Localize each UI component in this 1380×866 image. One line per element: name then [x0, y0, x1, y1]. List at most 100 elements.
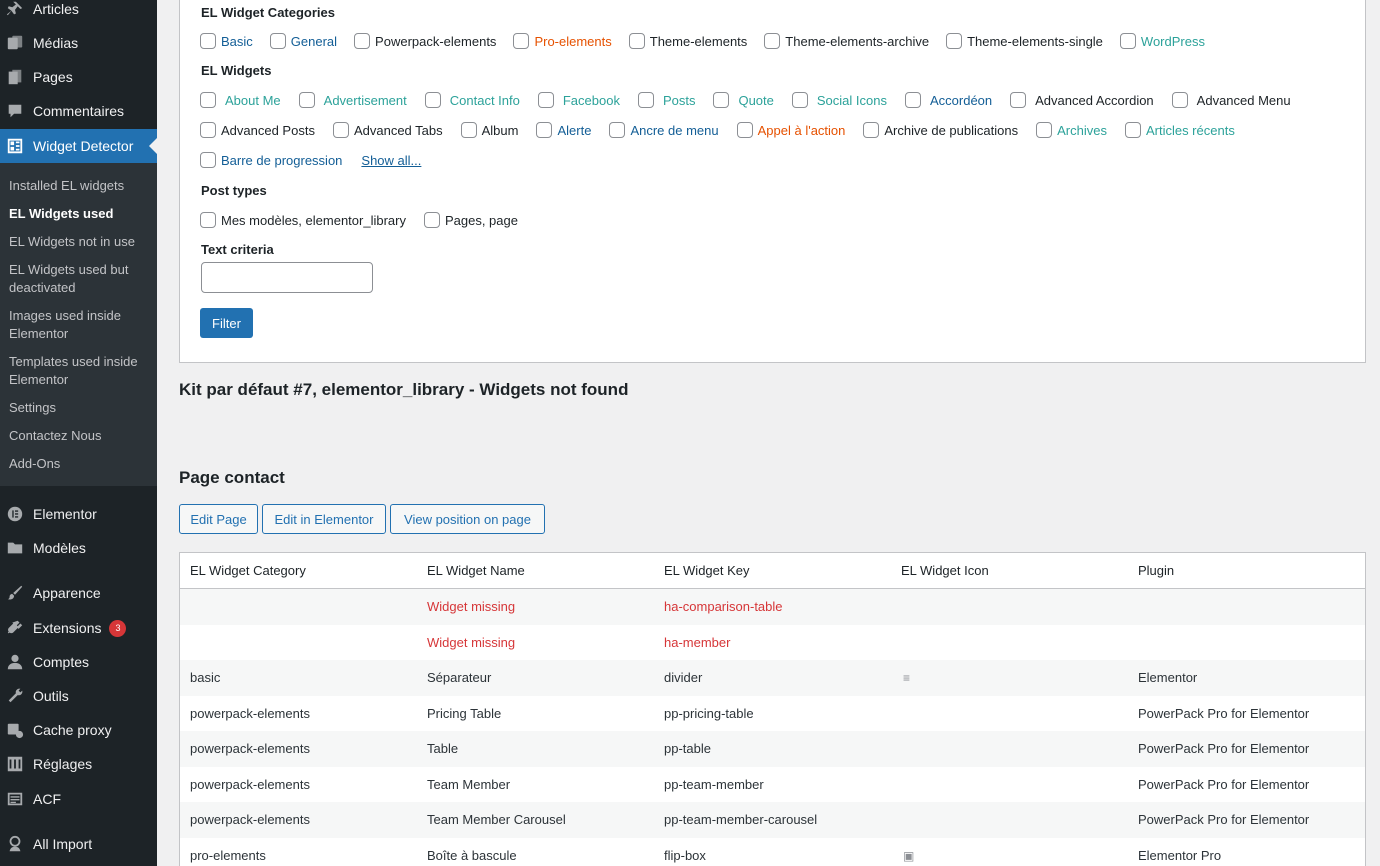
submenu-el-widgets-not-in-use[interactable]: EL Widgets not in use — [0, 228, 157, 256]
menu-item-label: Articles — [33, 1, 79, 17]
row-widget-key: divider — [664, 670, 703, 686]
menu-item-cache-proxy[interactable]: Cache proxy — [0, 713, 157, 747]
row-widget-key: ha-comparison-table — [664, 599, 783, 615]
folder-icon — [5, 538, 25, 558]
widget-checkbox-advanced-accordion[interactable]: Advanced Accordion — [1010, 92, 1154, 108]
widget-checkbox-accordeon[interactable]: Accordéon — [904, 92, 992, 108]
post-type-checkbox-elementor-library[interactable]: Mes modèles, elementor_library — [200, 212, 406, 228]
widget-checkbox-archive-publications[interactable]: Archive de publications — [863, 122, 1018, 138]
widget-checkbox-appel-a-laction[interactable]: Appel à l'action — [736, 122, 845, 138]
widget-checkbox-contact-info[interactable]: Contact Info — [424, 92, 520, 108]
text-criteria-input[interactable] — [201, 262, 373, 293]
admin-sidebar: Articles Médias Pages Commentaires Widge… — [0, 0, 157, 866]
menu-item-commentaires[interactable]: Commentaires — [0, 94, 157, 128]
category-checkbox-theme-elements[interactable]: Theme-elements — [628, 33, 747, 49]
table-row: powerpack-elements Pricing Table pp-pricin… — [180, 695, 1365, 731]
menu-item-label: Modèles — [33, 540, 86, 556]
widget-checkbox-barre-de-progression[interactable]: Barre de progression — [200, 152, 342, 168]
category-checkbox-general[interactable]: General — [269, 33, 337, 49]
menu-item-label: Outils — [33, 688, 69, 704]
widget-checkbox-album[interactable]: Album — [460, 122, 518, 138]
header-name[interactable]: EL Widget Name — [417, 563, 654, 578]
update-count-badge: 3 — [109, 619, 127, 637]
row-widget-key: ha-member — [664, 634, 731, 650]
menu-item-label: Apparence — [33, 585, 101, 601]
menu-item-widget-detector[interactable]: Widget Detector — [0, 129, 157, 163]
widget-checkbox-articles-recents[interactable]: Articles récents — [1124, 122, 1235, 138]
view-position-button[interactable]: View position on page — [390, 504, 545, 534]
menu-item-elementor[interactable]: Elementor — [0, 497, 157, 531]
submenu-templates-used[interactable]: Templates used inside Elementor — [0, 348, 157, 394]
category-checkbox-pro-elements[interactable]: Pro-elements — [513, 33, 612, 49]
menu-item-acf[interactable]: ACF — [0, 782, 157, 816]
menu-item-reglages[interactable]: Réglages — [0, 747, 157, 781]
category-checkbox-wordpress[interactable]: WordPress — [1119, 33, 1205, 49]
submenu-images-used[interactable]: Images used inside Elementor — [0, 302, 157, 348]
row-plugin: Elementor — [1138, 670, 1198, 686]
menu-item-pages[interactable]: Pages — [0, 60, 157, 94]
row-plugin: PowerPack Pro for Elementor — [1138, 812, 1310, 828]
menu-item-all-import[interactable]: All Import — [0, 827, 157, 861]
header-icon[interactable]: EL Widget Icon — [891, 563, 1128, 578]
widget-checkbox-ancre-de-menu[interactable]: Ancre de menu — [609, 122, 719, 138]
category-checkbox-theme-single[interactable]: Theme-elements-single — [946, 33, 1103, 49]
edit-page-button[interactable]: Edit Page — [179, 504, 258, 534]
row-category: powerpack-elements — [190, 812, 310, 828]
submenu-contactez-nous[interactable]: Contactez Nous — [0, 422, 157, 450]
widget-checkbox-archives[interactable]: Archives — [1036, 122, 1107, 138]
table-row: basic Séparateur divider ≡ Elementor — [180, 660, 1365, 696]
menu-item-label: Médias — [33, 35, 79, 51]
widget-checkbox-social-icons[interactable]: Social Icons — [791, 92, 887, 108]
category-checkbox-basic[interactable]: Basic — [200, 33, 253, 49]
show-all-link[interactable]: Show all... — [361, 153, 421, 168]
menu-item-label: All Import — [33, 836, 93, 852]
row-widget-key: flip-box — [664, 847, 706, 863]
submenu-el-widgets-used-deactivated[interactable]: EL Widgets used but deactivated — [0, 256, 157, 302]
widget-checkbox-about-me[interactable]: About Me — [200, 92, 281, 108]
widget-checkbox-advertisement[interactable]: Advertisement — [298, 92, 407, 108]
row-widget-icon: ≡ — [891, 670, 1128, 685]
menu-item-outils[interactable]: Outils — [0, 679, 157, 713]
widget-checkbox-posts[interactable]: Posts — [637, 92, 695, 108]
menu-item-label: Pages — [33, 69, 73, 85]
widget-checkbox-advanced-menu[interactable]: Advanced Menu — [1171, 92, 1291, 108]
submenu-el-widgets-used[interactable]: EL Widgets used — [0, 200, 157, 228]
filter-panel: EL Widget Categories Basic General Power… — [179, 0, 1366, 363]
table-row: Widget missing ha-comparison-table — [180, 589, 1365, 625]
widget-checkbox-advanced-tabs[interactable]: Advanced Tabs — [332, 122, 443, 138]
menu-item-label: Comptes — [33, 654, 90, 670]
menu-item-label: ACF — [33, 791, 61, 807]
submenu-installed-el-widgets[interactable]: Installed EL widgets — [0, 172, 157, 200]
header-category[interactable]: EL Widget Category — [180, 563, 417, 578]
row-widget-name: Widget missing — [427, 634, 516, 650]
header-plugin[interactable]: Plugin — [1128, 563, 1365, 578]
widget-checkbox-quote[interactable]: Quote — [713, 92, 774, 108]
menu-item-articles[interactable]: Articles — [0, 0, 157, 26]
widget-checkbox-facebook[interactable]: Facebook — [537, 92, 620, 108]
widget-checkbox-alerte[interactable]: Alerte — [536, 122, 591, 138]
comments-icon — [5, 101, 25, 121]
menu-item-apparence[interactable]: Apparence — [0, 576, 157, 610]
row-widget-key: pp-team-member — [664, 776, 764, 792]
row-widget-icon: ▣ — [891, 848, 1128, 863]
menu-item-comptes[interactable]: Comptes — [0, 645, 157, 679]
post-type-checkbox-page[interactable]: Pages, page — [423, 212, 518, 228]
edit-in-elementor-button[interactable]: Edit in Elementor — [262, 504, 386, 534]
filter-button[interactable]: Filter — [200, 308, 253, 338]
submenu-add-ons[interactable]: Add-Ons — [0, 450, 157, 478]
category-checkbox-powerpack[interactable]: Powerpack-elements — [354, 33, 496, 49]
row-category: basic — [190, 670, 221, 686]
menu-item-medias[interactable]: Médias — [0, 26, 157, 60]
row-plugin: PowerPack Pro for Elementor — [1138, 705, 1310, 721]
menu-item-modeles[interactable]: Modèles — [0, 531, 157, 565]
menu-item-extensions[interactable]: Extensions 3 — [0, 611, 157, 645]
header-key[interactable]: EL Widget Key — [654, 563, 891, 578]
elementor-icon — [5, 504, 25, 524]
widget-checkbox-advanced-posts[interactable]: Advanced Posts — [200, 122, 315, 138]
submenu-settings[interactable]: Settings — [0, 394, 157, 422]
row-widget-key: pp-table — [664, 741, 711, 757]
row-widget-key: pp-team-member-carousel — [664, 812, 818, 828]
category-checkbox-theme-archive[interactable]: Theme-elements-archive — [764, 33, 929, 49]
row-widget-name: Séparateur — [427, 670, 492, 686]
table-row: powerpack-elements Table pp-table PowerPack… — [180, 731, 1365, 767]
